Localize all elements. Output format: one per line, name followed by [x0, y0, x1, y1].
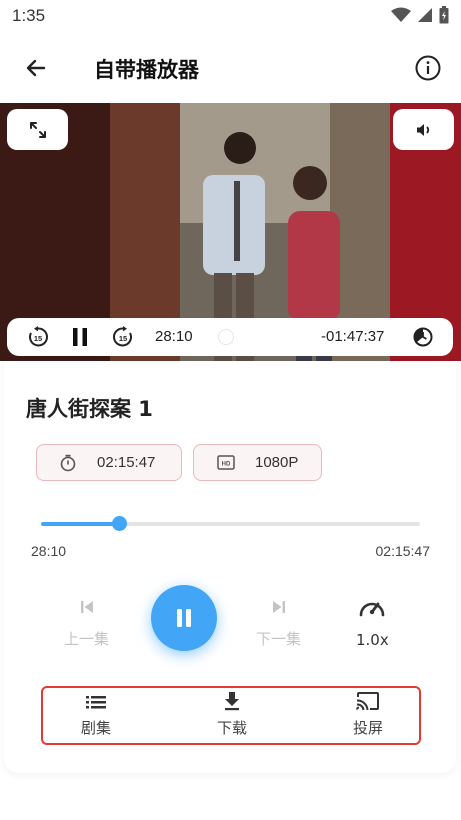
- episodes-label: 剧集: [80, 719, 111, 737]
- skip-previous-icon: [80, 601, 93, 613]
- volume-icon: [416, 123, 429, 136]
- sleep-timer-icon: [413, 327, 433, 347]
- svg-text:HD: HD: [222, 462, 231, 468]
- progress-total-time: 02:15:47: [375, 543, 431, 559]
- next-episode-label: 下一集: [256, 630, 302, 648]
- resolution-chip: HD 1080P: [193, 444, 322, 481]
- player-remaining-time: -01:47:37: [321, 328, 385, 345]
- forward-15-button[interactable]: 15: [110, 324, 136, 350]
- svg-text:15: 15: [119, 334, 127, 343]
- skip-next-icon: [272, 601, 285, 613]
- status-icons: [391, 6, 449, 24]
- wifi-icon: [391, 7, 411, 22]
- app-bar: 自带播放器: [0, 40, 461, 96]
- svg-text:15: 15: [34, 334, 42, 343]
- playback-speed-label: 1.0x: [356, 631, 389, 649]
- info-button[interactable]: [413, 53, 443, 83]
- video-player[interactable]: 15 15 28:10 -01:47:37: [0, 103, 461, 361]
- progress-fill: [41, 522, 119, 526]
- bottom-actions-highlight: 剧集 下载 投屏: [41, 686, 421, 745]
- status-bar: 1:35: [0, 0, 461, 32]
- next-episode-button[interactable]: 下一集: [256, 598, 301, 649]
- playback-speed-button[interactable]: 1.0x: [356, 597, 389, 649]
- status-time: 1:35: [12, 6, 46, 25]
- list-icon: [86, 696, 106, 709]
- resolution-text: 1080P: [255, 454, 299, 471]
- progress-current-time: 28:10: [31, 543, 67, 559]
- arrow-left-icon: [26, 59, 46, 77]
- player-current-time: 28:10: [155, 328, 193, 345]
- previous-episode-button[interactable]: 上一集: [64, 598, 109, 649]
- fullscreen-button[interactable]: [7, 109, 68, 150]
- cast-label: 投屏: [352, 719, 383, 737]
- stopwatch-icon: [60, 454, 76, 471]
- play-pause-button[interactable]: [151, 585, 217, 651]
- video-control-bar: 15 15 28:10 -01:47:37: [7, 318, 453, 356]
- expand-arrows-icon: [29, 121, 46, 138]
- pause-icon: [177, 609, 191, 627]
- duration-text: 02:15:47: [97, 454, 156, 471]
- player-seek-knob[interactable]: [218, 329, 234, 345]
- hd-icon: HD: [217, 455, 235, 470]
- download-icon: [225, 692, 239, 711]
- progress-track[interactable]: [41, 522, 420, 526]
- episodes-button[interactable]: 剧集: [56, 693, 136, 738]
- download-button[interactable]: 下载: [192, 691, 272, 738]
- previous-episode-label: 上一集: [64, 630, 110, 648]
- cast-button[interactable]: 投屏: [328, 691, 408, 738]
- speedometer-icon: [360, 602, 385, 617]
- progress-thumb[interactable]: [112, 516, 127, 531]
- pause-button[interactable]: [69, 324, 91, 350]
- back-button[interactable]: [20, 52, 52, 84]
- info-circle-icon: [415, 55, 441, 81]
- cast-icon: [356, 692, 379, 711]
- signal-icon: [418, 8, 432, 22]
- battery-icon: [439, 6, 449, 24]
- replay-15-icon: 15: [29, 326, 48, 347]
- episode-title: 唐人街探案 1: [26, 397, 153, 421]
- volume-button[interactable]: [393, 109, 454, 150]
- forward-15-icon: 15: [113, 326, 132, 347]
- sleep-timer-button[interactable]: [410, 324, 436, 350]
- pause-icon: [73, 328, 87, 346]
- duration-chip: 02:15:47: [36, 444, 182, 481]
- rewind-15-button[interactable]: 15: [25, 324, 51, 350]
- page-title: 自带播放器: [94, 58, 199, 82]
- download-label: 下载: [216, 719, 247, 737]
